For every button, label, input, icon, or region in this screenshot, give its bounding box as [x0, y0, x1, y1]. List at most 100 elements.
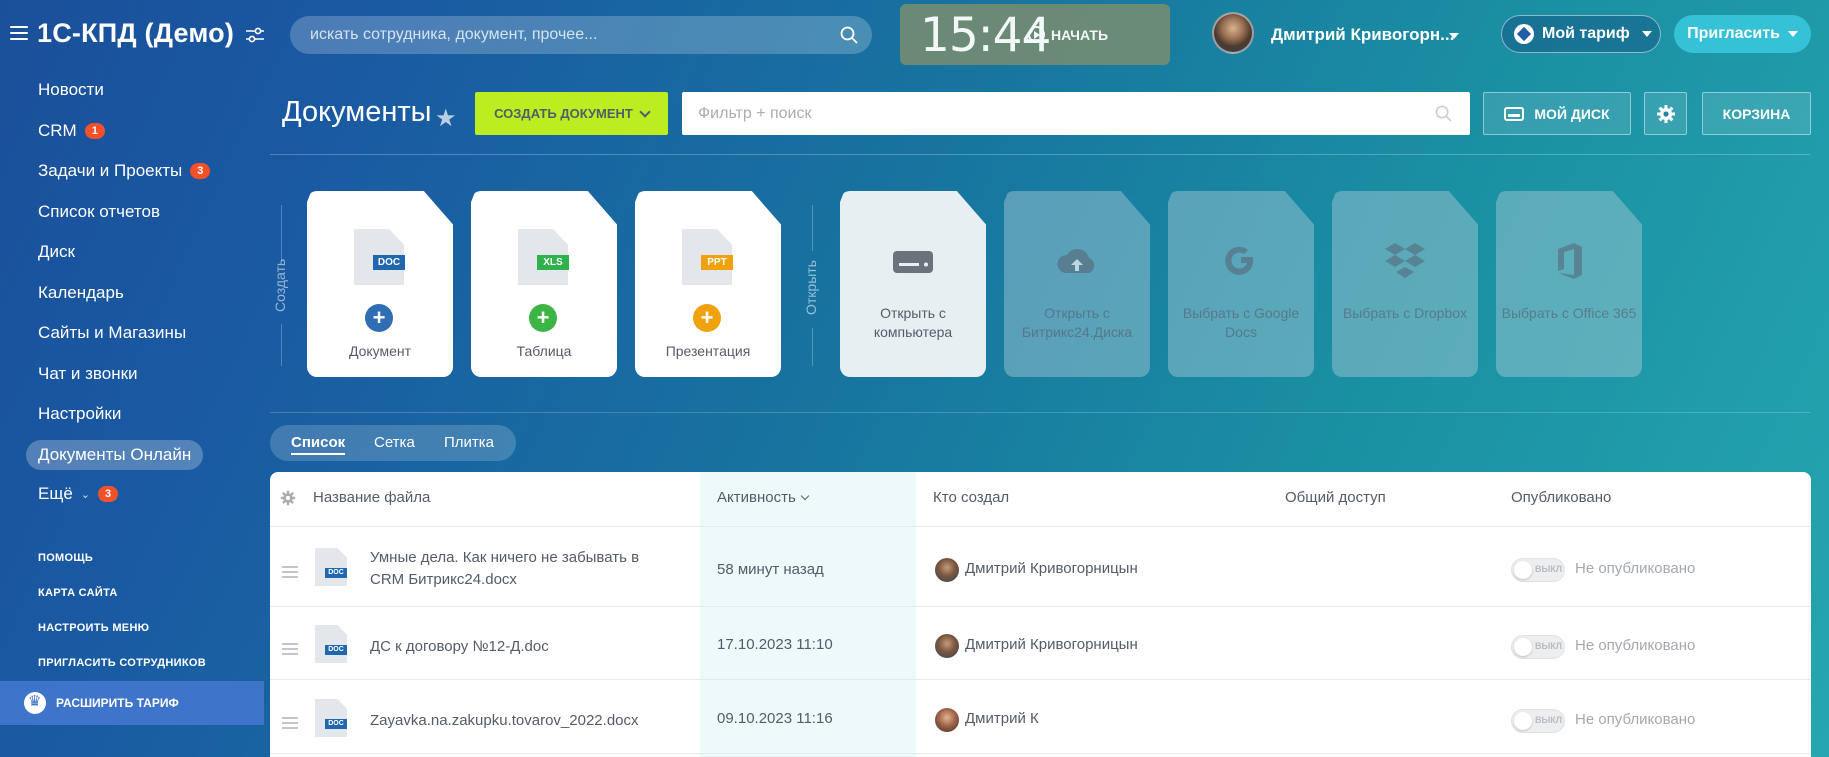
page-title: Документы: [282, 96, 432, 128]
tile-label: Таблица: [516, 343, 572, 359]
tile-label: Документ: [348, 343, 412, 359]
column-header-activity[interactable]: Активность: [717, 489, 810, 506]
group-divider: [281, 205, 282, 261]
my-disk-button[interactable]: МОЙ ДИСК: [1483, 92, 1631, 135]
column-header-author[interactable]: Кто создал: [933, 489, 1009, 506]
file-name-link[interactable]: Zayavka.na.zakupku.tovarov_2022.docx: [370, 710, 670, 732]
toggle-label: ВЫКЛ: [1535, 641, 1563, 651]
tile-label: Презентация: [665, 343, 751, 359]
star-icon[interactable]: ★: [435, 104, 457, 133]
create-document-label: СОЗДАТЬ ДОКУМЕНТ: [494, 106, 633, 121]
global-search-input[interactable]: [310, 16, 810, 54]
gear-icon: [1656, 104, 1675, 123]
create-document-button[interactable]: СОЗДАТЬ ДОКУМЕНТ: [475, 92, 668, 135]
row-divider: [270, 606, 1811, 607]
user-name[interactable]: Дмитрий Кривогорн...: [1271, 25, 1454, 45]
open-from-b24-disk-tile[interactable]: Открыть с Битрикс24.Диска: [1004, 191, 1150, 377]
portal-logo[interactable]: 1С-КПД (Демо): [37, 18, 234, 49]
column-header-name[interactable]: Название файла: [313, 489, 430, 506]
sitemap-link[interactable]: КАРТА САЙТА: [38, 587, 118, 599]
tab-tiles[interactable]: Плитка: [444, 434, 494, 451]
office365-tile[interactable]: Выбрать с Office 365: [1496, 191, 1642, 377]
tile-label: Выбрать с Google Docs: [1182, 305, 1300, 340]
chevron-down-icon: [639, 105, 651, 118]
sidebar-item-sites[interactable]: Сайты и Магазины: [38, 319, 186, 347]
drag-handle-icon[interactable]: [282, 717, 298, 732]
sidebar-item-documents-online[interactable]: Документы Онлайн: [26, 440, 204, 470]
column-header-published[interactable]: Опубликовано: [1511, 489, 1611, 506]
help-link[interactable]: ПОМОЩЬ: [38, 552, 93, 564]
xls-tag: XLS: [537, 255, 569, 270]
search-icon[interactable]: [1435, 105, 1452, 122]
author-link[interactable]: Дмитрий К: [965, 708, 1039, 730]
create-ppt-tile[interactable]: PPT + Презентация: [635, 191, 781, 377]
drag-handle-icon[interactable]: [282, 566, 298, 581]
filter-search-input[interactable]: [698, 92, 1398, 135]
my-disk-label: МОЙ ДИСК: [1534, 105, 1610, 122]
sidebar-item-tasks[interactable]: Задачи и Проекты 3: [38, 157, 211, 185]
drag-handle-icon[interactable]: [282, 643, 298, 658]
left-sidebar: Новости CRM 1 Задачи и Проекты 3 Список от…: [0, 70, 264, 757]
doc-file-icon: DOC: [315, 699, 347, 737]
search-icon[interactable]: [840, 26, 858, 44]
plus-icon: +: [365, 304, 393, 332]
group-divider: [812, 205, 813, 251]
group-divider: [281, 324, 282, 366]
sidebar-item-settings[interactable]: Настройки: [38, 400, 121, 428]
dropbox-tile[interactable]: Выбрать с Dropbox: [1332, 191, 1478, 377]
create-doc-tile[interactable]: DOC + Документ: [307, 191, 453, 377]
doc-file-icon: DOC: [315, 625, 347, 663]
doc-tag: DOC: [373, 255, 405, 270]
author-link[interactable]: Дмитрий Кривогорницын: [965, 558, 1138, 580]
invite-employees-link[interactable]: ПРИГЛАСИТЬ СОТРУДНИКОВ: [38, 657, 206, 669]
menu-burger-icon[interactable]: [10, 26, 28, 40]
row-divider: [270, 679, 1811, 680]
sidebar-item-crm[interactable]: CRM 1: [38, 117, 105, 145]
work-time-widget[interactable]: 15:44 НАЧАТЬ: [900, 4, 1170, 65]
file-name-link[interactable]: ДС к договору №12-Д.doc: [370, 636, 670, 658]
upgrade-tariff-button[interactable]: РАСШИРИТЬ ТАРИФ: [0, 681, 264, 725]
tariff-label: Мой тариф: [1542, 25, 1630, 42]
published-status: Не опубликовано: [1575, 637, 1696, 654]
create-xls-tile[interactable]: XLS + Таблица: [471, 191, 617, 377]
user-avatar[interactable]: [1212, 12, 1254, 54]
open-from-computer-tile[interactable]: Открыть с компьютера: [840, 191, 986, 377]
tile-label: Выбрать с Office 365: [1501, 305, 1637, 321]
filter-search: [682, 92, 1470, 135]
sidebar-item-disk[interactable]: Диск: [38, 238, 75, 266]
avatar: [935, 558, 959, 582]
google-docs-tile[interactable]: Выбрать с Google Docs: [1168, 191, 1314, 377]
sidebar-item-label: Задачи и Проекты: [38, 161, 183, 180]
file-name-link[interactable]: Умные дела. Как ничего не забывать в CRM…: [370, 547, 670, 591]
invite-button[interactable]: Пригласить: [1674, 15, 1811, 53]
settings-sliders-icon[interactable]: [245, 26, 265, 44]
start-workday-button[interactable]: НАЧАТЬ: [1028, 26, 1108, 43]
my-tariff-button[interactable]: Мой тариф: [1501, 15, 1661, 53]
sidebar-item-calendar[interactable]: Календарь: [38, 279, 124, 307]
drive-icon: [893, 251, 933, 273]
sidebar-item-more[interactable]: Ещё ⌄ 3: [38, 480, 119, 508]
column-header-sharing[interactable]: Общий доступ: [1285, 489, 1386, 506]
invite-label: Пригласить: [1687, 25, 1780, 42]
office-icon: [1558, 243, 1582, 279]
tab-list[interactable]: Список: [291, 434, 346, 455]
sort-chevron-icon: [800, 491, 810, 501]
column-settings-gear-icon[interactable]: [280, 490, 296, 506]
toggle-label: ВЫКЛ: [1535, 715, 1563, 725]
tab-grid[interactable]: Сетка: [374, 434, 415, 451]
settings-button[interactable]: [1644, 92, 1687, 135]
sidebar-item-label: Сайты и Магазины: [38, 323, 187, 342]
publish-toggle[interactable]: ВЫКЛ: [1511, 709, 1565, 733]
sidebar-item-reports[interactable]: Список отчетов: [38, 198, 160, 226]
author-link[interactable]: Дмитрий Кривогорницын: [965, 634, 1138, 656]
configure-menu-link[interactable]: НАСТРОИТЬ МЕНЮ: [38, 622, 149, 634]
trash-button[interactable]: КОРЗИНА: [1702, 92, 1811, 135]
sidebar-item-news[interactable]: Новости: [38, 76, 104, 104]
publish-toggle[interactable]: ВЫКЛ: [1511, 558, 1565, 582]
chevron-down-icon: ⌄: [80, 488, 90, 501]
plus-icon: +: [529, 304, 557, 332]
sidebar-item-label: CRM: [38, 121, 77, 140]
publish-toggle[interactable]: ВЫКЛ: [1511, 635, 1565, 659]
sidebar-item-chat[interactable]: Чат и звонки: [38, 360, 138, 388]
user-menu-caret-icon[interactable]: [1449, 33, 1459, 39]
